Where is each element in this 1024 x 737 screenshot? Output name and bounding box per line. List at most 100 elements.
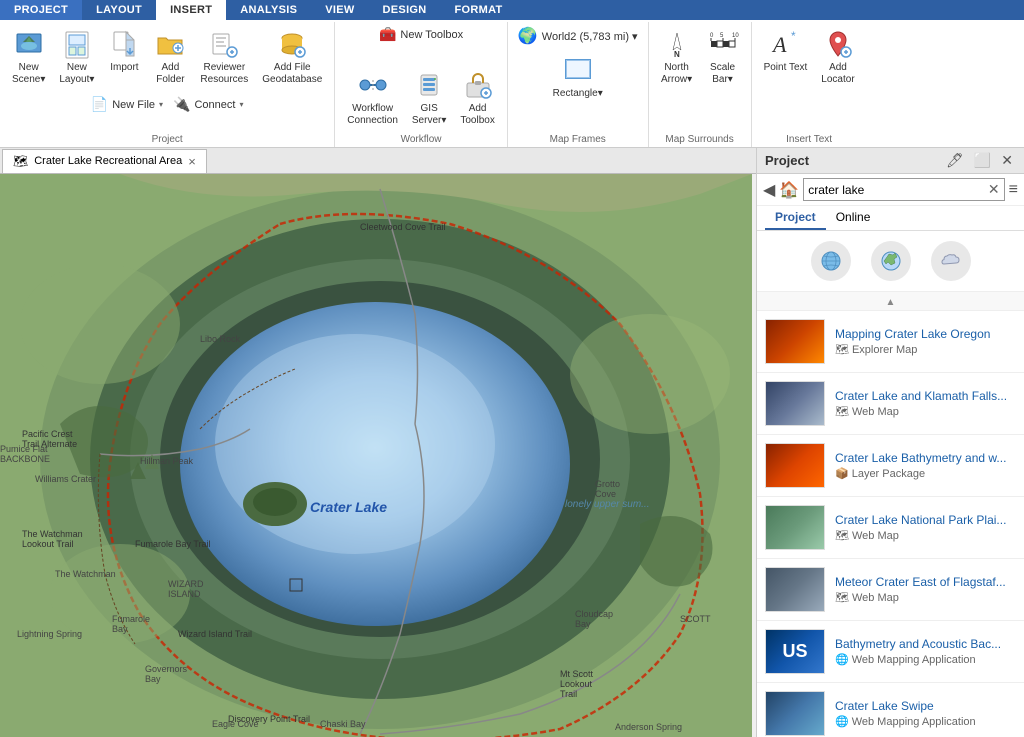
- import-button[interactable]: Import: [102, 24, 146, 78]
- add-toolbox-icon: [462, 69, 494, 101]
- ribbon-group-map-frames-label: Map Frames: [508, 134, 648, 145]
- result-type-5: 🗺 Web Map: [835, 591, 1016, 604]
- panel-header: Project 🖊 ⬜ ✕: [757, 148, 1024, 174]
- add-locator-icon: [822, 28, 854, 60]
- result-item-7[interactable]: Crater Lake Swipe 🌐 Web Mapping Applicat…: [757, 683, 1024, 737]
- result-thumb-4: [765, 505, 825, 550]
- gis-server-button[interactable]: GISServer▾: [406, 65, 452, 131]
- result-thumb-5: [765, 567, 825, 612]
- svg-text:N: N: [674, 50, 680, 59]
- new-file-button[interactable]: 📄 New File ▾: [87, 94, 167, 115]
- north-arrow-button[interactable]: N NorthArrow▾: [655, 24, 699, 90]
- tab-layout[interactable]: LAYOUT: [82, 0, 156, 20]
- main-area: 🗺 Crater Lake Recreational Area ×: [0, 148, 1024, 737]
- add-file-geodatabase-label: Add FileGeodatabase: [262, 62, 322, 86]
- tab-insert[interactable]: INSERT: [156, 0, 226, 20]
- new-toolbox-label: New Toolbox: [400, 29, 463, 41]
- panel-float-button[interactable]: ⬜: [971, 152, 994, 169]
- ribbon-tab-bar: PROJECT LAYOUT INSERT ANALYSIS VIEW DESI…: [0, 0, 1024, 20]
- sub-tab-online[interactable]: Online: [826, 206, 881, 230]
- result-info-4: Crater Lake National Park Plai... 🗺 Web …: [835, 513, 1016, 542]
- map-tab-close-button[interactable]: ×: [188, 154, 196, 169]
- ribbon-group-workflow: 🧰 New Toolbox WorkflowConnecti: [335, 22, 508, 147]
- add-file-geodatabase-button[interactable]: Add FileGeodatabase: [256, 24, 328, 90]
- scale-bar-button[interactable]: 0 5 10 ScaleBar▾: [701, 24, 745, 90]
- add-locator-button[interactable]: AddLocator: [815, 24, 860, 90]
- import-label: Import: [110, 62, 138, 74]
- result-type-4: 🗺 Web Map: [835, 529, 1016, 542]
- add-folder-label: AddFolder: [156, 62, 184, 86]
- north-arrow-label: NorthArrow▾: [661, 62, 692, 86]
- panel-back-button[interactable]: ◀: [763, 180, 775, 200]
- panel-pin-button[interactable]: 🖊: [943, 152, 967, 169]
- sub-tab-project[interactable]: Project: [765, 206, 826, 230]
- panel-home-button[interactable]: 🏠: [779, 180, 799, 200]
- result-thumb-3: [765, 443, 825, 488]
- panel-title: Project: [765, 153, 809, 168]
- result-item-6[interactable]: US Bathymetry and Acoustic Bac... 🌐 Web …: [757, 621, 1024, 683]
- panel-icons-row: [757, 231, 1024, 292]
- result-item-5[interactable]: Meteor Crater East of Flagstaf... 🗺 Web …: [757, 559, 1024, 621]
- panel-nav: ◀ 🏠 ✕ ≡: [757, 174, 1024, 206]
- search-clear-button[interactable]: ✕: [988, 181, 1000, 198]
- panel-globe-icon: [811, 241, 851, 281]
- svg-text:*: *: [791, 29, 796, 43]
- results-list: Mapping Crater Lake Oregon 🗺 Explorer Ma…: [757, 311, 1024, 737]
- new-scene-label: NewScene▾: [12, 62, 45, 86]
- add-toolbox-button[interactable]: AddToolbox: [454, 65, 500, 131]
- result-thumb-7: [765, 691, 825, 736]
- add-toolbox-label: AddToolbox: [460, 103, 494, 127]
- map-tab-crater-lake[interactable]: 🗺 Crater Lake Recreational Area ×: [2, 149, 207, 173]
- ribbon-group-insert-text-label: Insert Text: [752, 134, 867, 145]
- result-item-4[interactable]: Crater Lake National Park Plai... 🗺 Web …: [757, 497, 1024, 559]
- tab-project[interactable]: PROJECT: [0, 0, 82, 20]
- scale-bar-label: ScaleBar▾: [710, 62, 735, 86]
- ribbon: PROJECT LAYOUT INSERT ANALYSIS VIEW DESI…: [0, 0, 1024, 148]
- ribbon-group-map-surrounds-label: Map Surrounds: [649, 134, 751, 145]
- tab-design[interactable]: DESIGN: [369, 0, 441, 20]
- map-tab-icon: 🗺: [13, 154, 28, 168]
- result-info-7: Crater Lake Swipe 🌐 Web Mapping Applicat…: [835, 699, 1016, 728]
- new-layout-icon: [61, 28, 93, 60]
- tab-analysis[interactable]: ANALYSIS: [226, 0, 311, 20]
- new-layout-label: NewLayout▾: [59, 62, 94, 86]
- panel-close-button[interactable]: ✕: [998, 152, 1016, 169]
- workflow-connection-button[interactable]: WorkflowConnection: [341, 65, 404, 131]
- panel-menu-button[interactable]: ≡: [1009, 181, 1018, 199]
- map-view[interactable]: Crater Lake Cleetwood Cove Trail Fumarol…: [0, 174, 756, 737]
- connect-button[interactable]: 🔌 Connect ▾: [169, 94, 247, 115]
- rectangle-button[interactable]: Rectangle▾: [514, 50, 642, 104]
- new-layout-button[interactable]: NewLayout▾: [53, 24, 100, 90]
- new-scene-button[interactable]: NewScene▾: [6, 24, 51, 90]
- ribbon-group-map-surrounds: N NorthArrow▾: [649, 22, 752, 147]
- result-item-2[interactable]: Crater Lake and Klamath Falls... 🗺 Web M…: [757, 373, 1024, 435]
- result-info-1: Mapping Crater Lake Oregon 🗺 Explorer Ma…: [835, 327, 1016, 356]
- result-title-5: Meteor Crater East of Flagstaf...: [835, 575, 1016, 589]
- panel-globe2-icon-button[interactable]: [871, 241, 911, 281]
- search-input[interactable]: [808, 183, 988, 197]
- svg-text:A: A: [771, 32, 787, 57]
- panel-globe-icon-button[interactable]: [811, 241, 851, 281]
- result-type-icon-6: 🌐: [835, 653, 849, 666]
- add-locator-label: AddLocator: [821, 62, 854, 86]
- point-text-icon: A *: [769, 28, 801, 60]
- tab-view[interactable]: VIEW: [311, 0, 368, 20]
- crater-lake-map: Crater Lake Cleetwood Cove Trail Fumarol…: [0, 174, 756, 737]
- result-info-3: Crater Lake Bathymetry and w... 📦 Layer …: [835, 451, 1016, 480]
- reviewer-resources-button[interactable]: ReviewerResources: [194, 24, 254, 90]
- ribbon-group-project-label: Project: [0, 134, 334, 145]
- new-toolbox-button[interactable]: 🧰 New Toolbox: [375, 24, 467, 45]
- result-type-3: 📦 Layer Package: [835, 467, 1016, 480]
- world2-dropdown-button[interactable]: 🌍 World2 (5,783 mi) ▾: [514, 24, 642, 48]
- panel-cloud-icon-button[interactable]: [931, 241, 971, 281]
- tab-format[interactable]: FORMAT: [441, 0, 517, 20]
- result-title-7: Crater Lake Swipe: [835, 699, 1016, 713]
- result-item-3[interactable]: Crater Lake Bathymetry and w... 📦 Layer …: [757, 435, 1024, 497]
- point-text-button[interactable]: A * Point Text: [758, 24, 814, 78]
- ribbon-content: NewScene▾ NewLayout▾: [0, 20, 1024, 147]
- ribbon-group-workflow-label: Workflow: [335, 134, 507, 145]
- point-text-label: Point Text: [764, 62, 808, 74]
- result-item-1[interactable]: Mapping Crater Lake Oregon 🗺 Explorer Ma…: [757, 311, 1024, 373]
- add-folder-button[interactable]: AddFolder: [148, 24, 192, 90]
- result-type-icon-3: 📦: [835, 467, 849, 480]
